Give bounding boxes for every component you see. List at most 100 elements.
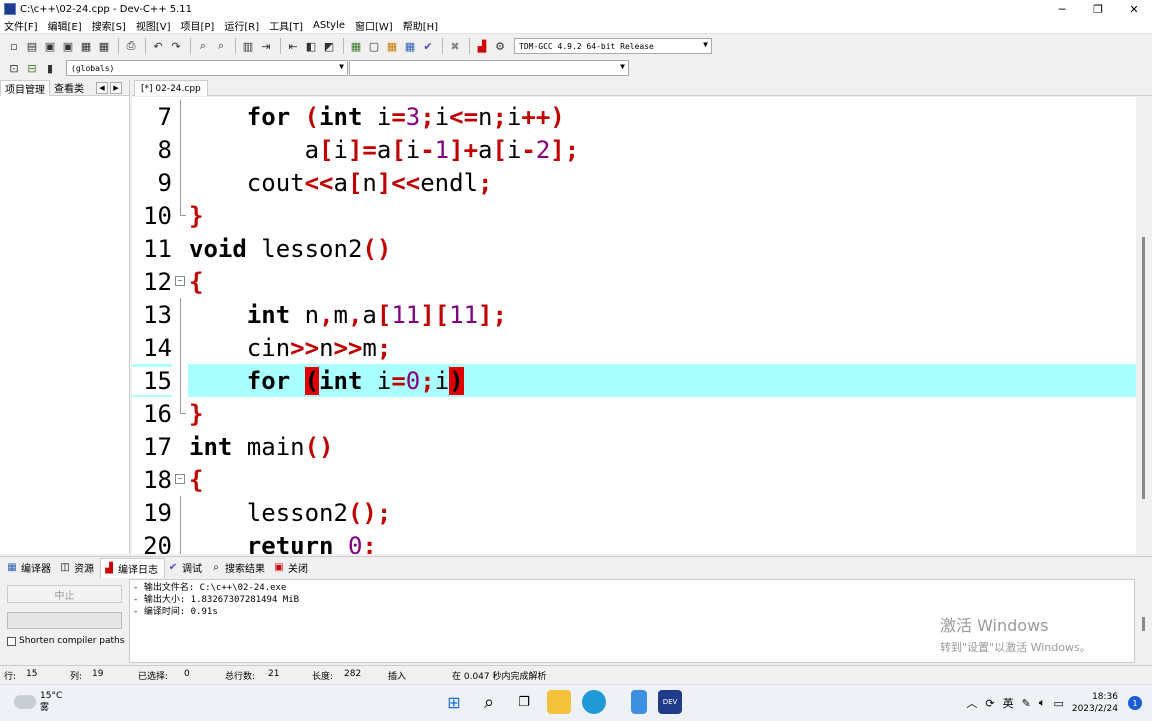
compiler-select[interactable]: TDM-GCC 4.9.2 64-bit Release ▼	[514, 38, 712, 54]
log-scrollbar[interactable]	[1136, 579, 1152, 663]
status-length-label: 长度:	[312, 672, 334, 682]
open-file-icon[interactable]: ▤	[24, 38, 40, 54]
close-file-icon[interactable]: ▦	[78, 38, 94, 54]
shorten-paths-checkbox[interactable]	[7, 636, 16, 646]
code-line: 12 − {	[132, 265, 1136, 298]
run-icon[interactable]: ▢	[366, 38, 382, 54]
insert-icon[interactable]: ⊡	[6, 60, 22, 76]
fold-gutter[interactable]: −	[172, 463, 188, 496]
ime-indicator[interactable]: 英	[1003, 695, 1014, 711]
bookmark-icon[interactable]: ▮	[42, 60, 58, 76]
tab-debug[interactable]: ✔ 调试	[165, 558, 208, 578]
abort-button[interactable]: 中止	[7, 585, 122, 603]
battery-icon[interactable]: ▭	[1053, 697, 1063, 710]
line-number: 7	[157, 102, 172, 131]
stop-execution-icon[interactable]: ✖	[447, 38, 463, 54]
line-number: 9	[157, 168, 172, 197]
tab-project-manager[interactable]: 项目管理	[0, 79, 50, 96]
member-select[interactable]: ▼	[349, 60, 629, 76]
menu-help[interactable]: 帮助[H]	[403, 18, 438, 33]
editor-scrollbar-thumb[interactable]	[1142, 237, 1145, 499]
code-text: int main()	[189, 432, 334, 461]
unindent-icon[interactable]: ⇤	[285, 38, 301, 54]
find-icon[interactable]: ⌕	[195, 38, 211, 54]
menu-file[interactable]: 文件[F]	[4, 18, 38, 33]
redo-icon[interactable]: ↷	[168, 38, 184, 54]
close-all-icon[interactable]: ▦	[96, 38, 112, 54]
tab-compiler[interactable]: ▦ 编译器	[4, 558, 57, 578]
replace-icon[interactable]: ⌕	[213, 38, 229, 54]
taskbar-clock[interactable]: 18:36 2023/2/24	[1072, 691, 1118, 715]
tab-close[interactable]: ▣ 关闭	[271, 558, 314, 578]
rebuild-icon[interactable]: ▦	[402, 38, 418, 54]
task-view-icon[interactable]: ❐	[512, 690, 536, 714]
file-explorer-icon[interactable]	[547, 690, 571, 714]
notification-badge[interactable]: 1	[1128, 696, 1142, 710]
menu-view[interactable]: 视图[V]	[136, 18, 171, 33]
code-editor[interactable]: 7 for (int i=3;i<=n;i++) 8 a[i]=a[i-1]+a…	[132, 97, 1136, 554]
code-line: 20 return 0;	[132, 529, 1136, 554]
chevron-right-icon[interactable]: ▶	[110, 81, 122, 94]
goto-icon[interactable]: ⊟	[24, 60, 40, 76]
toggle-comment-icon[interactable]: ◩	[321, 38, 337, 54]
weather-widget[interactable]: 15°C 雾	[14, 690, 62, 714]
shorten-paths-option[interactable]: Shorten compiler paths	[7, 636, 124, 646]
menu-run[interactable]: 运行[R]	[224, 18, 259, 33]
close-icon[interactable]: ✕	[1116, 0, 1152, 18]
devcpp-taskbar-icon[interactable]: DEV	[658, 690, 682, 714]
status-length-value: 282	[344, 669, 362, 679]
menu-search[interactable]: 搜索[S]	[92, 18, 126, 33]
print-icon[interactable]: ⎙	[123, 38, 139, 54]
notepad-icon[interactable]	[631, 690, 647, 714]
undo-icon[interactable]: ↶	[150, 38, 166, 54]
volume-icon[interactable]: 🔈︎	[1039, 696, 1046, 710]
editor-tab-02-24[interactable]: [*] 02-24.cpp	[134, 80, 208, 96]
editor-scrollbar[interactable]	[1136, 97, 1152, 554]
syntax-check-icon[interactable]: ✔	[420, 38, 436, 54]
menu-project[interactable]: 项目[P]	[181, 18, 215, 33]
toggle-bookmark-icon[interactable]: ◧	[303, 38, 319, 54]
windows-start-icon[interactable]: ⊞	[442, 690, 466, 714]
status-total-label: 总行数:	[225, 672, 256, 682]
indent-icon[interactable]: ⇥	[258, 38, 274, 54]
tab-search-results[interactable]: ⌕ 搜索结果	[208, 558, 271, 578]
code-text: cout<<a[n]<<endl;	[189, 168, 493, 197]
code-text: }	[189, 399, 204, 428]
sync-icon[interactable]: ⟳	[985, 697, 994, 710]
chevron-left-icon[interactable]: ◀	[96, 81, 108, 94]
debug-icon[interactable]: ⚙	[492, 38, 508, 54]
menu-astyle[interactable]: AStyle	[313, 20, 345, 31]
tab-resources[interactable]: ◫ 资源	[57, 558, 100, 578]
profile-icon[interactable]: ▟	[474, 38, 490, 54]
compile-icon[interactable]: ▦	[348, 38, 364, 54]
fold-gutter	[172, 331, 188, 364]
compile-run-icon[interactable]: ▦	[384, 38, 400, 54]
goto-line-icon[interactable]: ▥	[240, 38, 256, 54]
scope-select[interactable]: (globals) ▼	[66, 60, 348, 76]
search-icon[interactable]: ⌕	[477, 690, 501, 714]
chevron-up-icon[interactable]: ︿	[966, 695, 977, 711]
tab-class-browser[interactable]: 查看类	[50, 80, 88, 95]
menu-tools[interactable]: 工具[T]	[269, 18, 303, 33]
log-scrollbar-thumb[interactable]	[1142, 617, 1145, 631]
pen-icon[interactable]: ✎	[1022, 697, 1031, 710]
log-line: - 输出大小: 1.83267307281494 MiB	[133, 595, 300, 605]
menu-window[interactable]: 窗口[W]	[355, 18, 393, 33]
code-line: 14 cin>>n>>m;	[132, 331, 1136, 364]
output-panel-tabs: ▦ 编译器 ◫ 资源 ▟ 编译日志 ✔ 调试 ⌕ 搜索结果 ▣ 关闭	[0, 556, 1152, 578]
line-number: 16	[143, 399, 172, 428]
save-icon[interactable]: ▣	[42, 38, 58, 54]
code-line: 18 − {	[132, 463, 1136, 496]
minimize-icon[interactable]: ─	[1044, 0, 1080, 18]
new-file-icon[interactable]: ▫	[6, 38, 22, 54]
collapse-icon[interactable]: −	[175, 474, 185, 484]
collapse-icon[interactable]: −	[175, 276, 185, 286]
maximize-icon[interactable]: ❐	[1080, 0, 1116, 18]
edge-browser-icon[interactable]	[582, 690, 606, 714]
line-number: 15	[132, 366, 172, 395]
save-all-icon[interactable]: ▣	[60, 38, 76, 54]
code-line: 10 }	[132, 199, 1136, 232]
tab-compile-log[interactable]: ▟ 编译日志	[100, 557, 165, 578]
menu-edit[interactable]: 编辑[E]	[48, 18, 82, 33]
fold-gutter[interactable]: −	[172, 265, 188, 298]
